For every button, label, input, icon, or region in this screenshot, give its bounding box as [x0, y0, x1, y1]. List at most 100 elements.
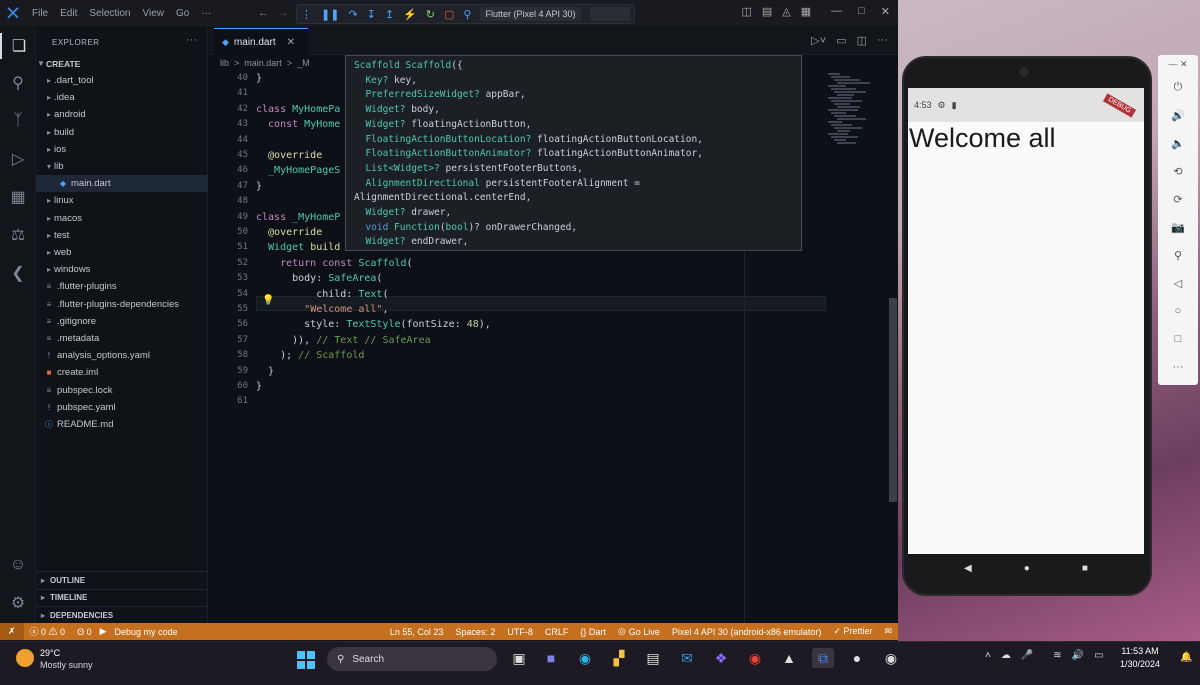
- clock-time[interactable]: 11:53 AM: [1110, 646, 1170, 656]
- tree-item[interactable]: ≡ .flutter-plugins: [36, 278, 208, 295]
- overview-button-icon[interactable]: □: [1158, 333, 1198, 345]
- minimize-icon[interactable]: —: [831, 5, 842, 18]
- more-options-icon[interactable]: ···: [1158, 361, 1198, 373]
- back-nav-icon[interactable]: ◀: [964, 563, 972, 574]
- tree-item[interactable]: ! analysis_options.yaml: [36, 347, 208, 364]
- more-actions-icon[interactable]: ···: [186, 34, 197, 46]
- vscode-taskbar-icon[interactable]: ⧉: [812, 648, 834, 668]
- debug-config[interactable]: Debug my code: [109, 627, 184, 637]
- step-over-icon[interactable]: ↷: [348, 8, 357, 21]
- toggle-panel-icon[interactable]: ▤: [762, 5, 772, 18]
- volume-icon[interactable]: 🔊: [1072, 650, 1084, 661]
- device-selector[interactable]: Flutter (Pixel 4 API 30): [480, 7, 581, 21]
- chrome-icon[interactable]: ◉: [744, 648, 766, 668]
- breadcrumb-item[interactable]: main.dart: [244, 58, 282, 68]
- github-icon[interactable]: ◉: [880, 648, 902, 668]
- weather-sun-icon[interactable]: [16, 649, 34, 667]
- close-window-icon[interactable]: ✕: [881, 5, 890, 18]
- weather-condition[interactable]: Mostly sunny: [40, 660, 93, 670]
- go-live[interactable]: Go Live: [626, 627, 666, 637]
- volume-down-icon[interactable]: 🔈: [1158, 137, 1198, 150]
- tree-item[interactable]: ▸ .dart_tool: [36, 72, 208, 89]
- tree-item[interactable]: ▸ macos: [36, 210, 208, 227]
- sidebar-section[interactable]: ▸ TIMELINE: [36, 588, 208, 606]
- explorer-icon[interactable]: ❏: [0, 33, 36, 59]
- android-studio-icon[interactable]: ▲: [778, 648, 800, 668]
- tree-item[interactable]: ▾ lib: [36, 158, 208, 175]
- home-button-icon[interactable]: ○: [1158, 305, 1198, 317]
- indentation[interactable]: Spaces: 2: [449, 627, 501, 637]
- source-control-icon[interactable]: ᛉ: [0, 108, 36, 134]
- file-explorer-icon[interactable]: ▞: [608, 648, 630, 668]
- devtools-search-icon[interactable]: ⚲: [463, 8, 471, 21]
- toolbar-close-icon[interactable]: — ✕: [1158, 59, 1198, 70]
- tree-item[interactable]: ▸ test: [36, 227, 208, 244]
- lightbulb-icon[interactable]: 💡: [262, 295, 274, 306]
- copilot-icon[interactable]: ❖: [710, 648, 732, 668]
- battery-icon[interactable]: ▭: [1094, 650, 1103, 661]
- menu-item[interactable]: Go: [170, 8, 195, 19]
- onedrive-icon[interactable]: ☁: [1001, 650, 1011, 661]
- tree-item[interactable]: ▸ build: [36, 124, 208, 141]
- clock-date[interactable]: 1/30/2024: [1110, 659, 1170, 669]
- close-tab-icon[interactable]: ✕: [287, 37, 295, 48]
- rotate-right-icon[interactable]: ⟳: [1158, 193, 1198, 206]
- rotate-left-icon[interactable]: ⟲: [1158, 165, 1198, 178]
- remote-icon[interactable]: ✗: [0, 623, 24, 640]
- tree-item[interactable]: ▸ windows: [36, 261, 208, 278]
- run-debug-icon[interactable]: ▷: [0, 146, 36, 172]
- language-mode[interactable]: {} Dart: [574, 627, 612, 637]
- teams-icon[interactable]: ■: [540, 648, 562, 668]
- maximize-icon[interactable]: □: [858, 5, 865, 18]
- tree-item[interactable]: ≡ .gitignore: [36, 313, 208, 330]
- phone-screen[interactable]: [908, 88, 1144, 554]
- emulator-taskbar-icon[interactable]: ●: [846, 648, 868, 668]
- sidebar-section[interactable]: ▸ DEPENDENCIES: [36, 606, 208, 623]
- menu-item[interactable]: View: [137, 8, 171, 19]
- tree-item[interactable]: ≡ pubspec.lock: [36, 382, 208, 399]
- mail-icon[interactable]: ✉: [676, 648, 698, 668]
- screenshot-icon[interactable]: 📷: [1158, 221, 1198, 234]
- menu-item[interactable]: ···: [195, 8, 217, 19]
- tree-item[interactable]: ⓘ README.md: [36, 416, 208, 433]
- back-arrow-icon[interactable]: ←: [258, 7, 269, 19]
- drag-handle-icon[interactable]: ⋮: [301, 8, 312, 21]
- testing-icon[interactable]: ⚖: [0, 222, 36, 248]
- hot-reload-icon[interactable]: ⚡: [403, 8, 417, 21]
- restart-icon[interactable]: ↻: [426, 8, 435, 21]
- extensions-icon[interactable]: ▦: [0, 184, 36, 210]
- toggle-secondary-sidebar-icon[interactable]: ◬: [782, 5, 790, 18]
- more-icon[interactable]: ···: [877, 34, 888, 47]
- task-view-icon[interactable]: ▣: [508, 648, 530, 668]
- device-indicator[interactable]: Pixel 4 API 30 (android-x86 emulator): [666, 627, 828, 637]
- edge-icon[interactable]: ◉: [574, 648, 596, 668]
- wifi-icon[interactable]: ≋: [1053, 650, 1061, 661]
- step-into-icon[interactable]: ↧: [367, 8, 376, 21]
- menu-item[interactable]: File: [26, 8, 54, 19]
- volume-up-icon[interactable]: 🔊: [1158, 109, 1198, 122]
- notifications-icon[interactable]: ✉: [878, 626, 898, 637]
- stop-icon[interactable]: ▢: [444, 8, 454, 21]
- project-folder[interactable]: ▼ CREATE: [36, 55, 208, 72]
- weather-temperature[interactable]: 29°C: [40, 648, 60, 658]
- account-icon[interactable]: ☺: [0, 552, 36, 578]
- toggle-sidebar-icon[interactable]: ◫: [741, 5, 751, 18]
- breadcrumb-item[interactable]: _M: [297, 58, 310, 68]
- tab-main-dart[interactable]: ◆ main.dart ✕: [214, 28, 308, 55]
- tree-item[interactable]: ≡ .flutter-plugins-dependencies: [36, 296, 208, 313]
- step-out-icon[interactable]: ↥: [385, 8, 394, 21]
- run-dropdown-icon[interactable]: ▷˅: [811, 34, 826, 47]
- back-button-icon[interactable]: ◁: [1158, 277, 1198, 290]
- cursor-position[interactable]: Ln 55, Col 23: [384, 627, 450, 637]
- power-icon[interactable]: ⏻: [1158, 81, 1198, 94]
- mic-icon[interactable]: 🎤: [1021, 650, 1033, 661]
- editor-scrollbar[interactable]: [889, 298, 897, 502]
- ports-indicator[interactable]: ʘ 0: [71, 627, 98, 637]
- command-center[interactable]: [589, 7, 630, 21]
- tree-item[interactable]: ▸ web: [36, 244, 208, 261]
- flutter-devtools-icon[interactable]: ▭: [836, 34, 846, 47]
- notification-bell-icon[interactable]: 🔔: [1180, 652, 1192, 663]
- split-editor-icon[interactable]: ◫: [857, 34, 867, 47]
- flutter-icon[interactable]: ❮: [0, 260, 36, 286]
- recents-nav-icon[interactable]: ■: [1082, 563, 1088, 574]
